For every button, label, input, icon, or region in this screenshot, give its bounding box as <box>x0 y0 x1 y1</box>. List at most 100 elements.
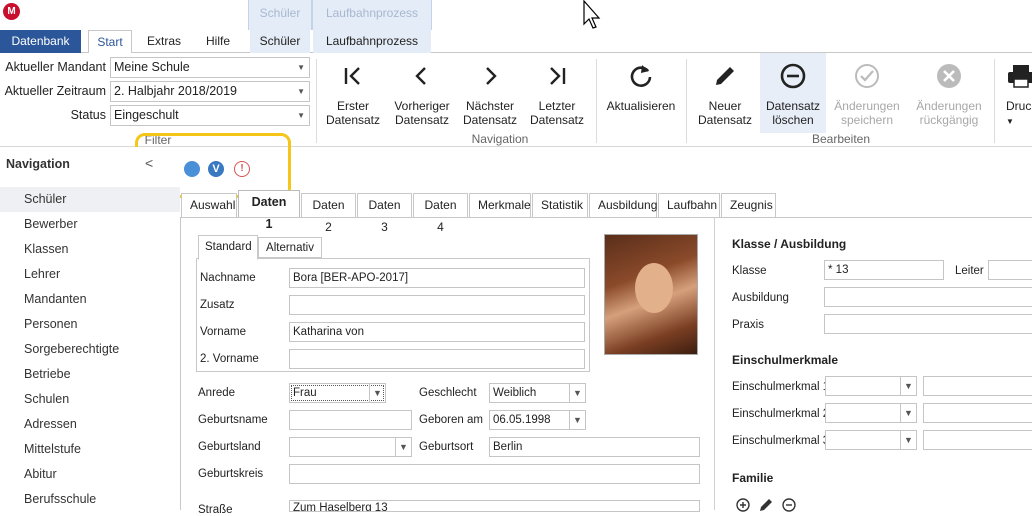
tab-auswahl[interactable]: Auswahl <box>181 193 237 217</box>
edit-group-label: Bearbeiten <box>811 132 871 146</box>
nav-item-personen[interactable]: Personen <box>0 312 180 337</box>
subtab-alternativ[interactable]: Alternativ <box>258 237 322 258</box>
einschul-m1-select[interactable]: ▼ <box>825 376 917 396</box>
tab-daten3[interactable]: Daten 3 <box>357 193 412 234</box>
zusatz-field[interactable] <box>289 295 585 315</box>
tab-zeugnis[interactable]: Zeugnis <box>721 193 776 217</box>
first-record-button[interactable]: Erster Datensatz <box>322 53 384 133</box>
geburtsort-field[interactable]: Berlin <box>489 437 700 457</box>
tab-daten4[interactable]: Daten 4 <box>413 193 468 234</box>
geburtsland-label: Geburtsland <box>198 441 261 453</box>
subtab-standard[interactable]: Standard <box>198 235 258 260</box>
tab-daten2[interactable]: Daten 2 <box>301 193 356 234</box>
chevron-down-icon: ▼ <box>1006 117 1014 126</box>
ausbildung-label: Ausbildung <box>732 292 789 304</box>
geburtsname-field[interactable] <box>289 410 412 430</box>
filter-all-icon[interactable] <box>184 161 200 177</box>
prev-record-button[interactable]: Vorheriger Datensatz <box>390 53 454 133</box>
einschul-m2-field[interactable] <box>923 403 1032 423</box>
first-icon <box>344 67 360 85</box>
tab-hilfe[interactable]: Hilfe <box>196 30 240 53</box>
filter-warning-icon[interactable]: ! <box>234 161 250 177</box>
geschlecht-select[interactable]: Weiblich ▼ <box>489 383 586 403</box>
tab-statistik[interactable]: Statistik <box>532 193 588 217</box>
status-select[interactable]: Eingeschult ▼ <box>110 105 310 126</box>
geboren-label: Geboren am <box>419 414 483 426</box>
last-record-button[interactable]: Letzter Datensatz <box>526 53 588 133</box>
delete-record-button[interactable]: Datensatz löschen <box>760 53 826 133</box>
einschul-m3-label: Einschulmerkmal 3 <box>732 435 830 447</box>
chevron-down-icon: ▼ <box>569 384 585 402</box>
undo-changes-button[interactable]: Änderungen rückgängig <box>910 53 988 133</box>
new-record-button[interactable]: Neuer Datensatz <box>692 53 758 133</box>
filter-v-icon[interactable]: V <box>208 161 224 177</box>
last-record-label: Letzter Datensatz <box>529 99 585 127</box>
einschul-m1-field[interactable] <box>923 376 1032 396</box>
chevron-down-icon: ▼ <box>900 431 916 449</box>
nav-item-berufsschule[interactable]: Berufsschule <box>0 487 180 512</box>
nav-item-mandanten[interactable]: Mandanten <box>0 287 180 312</box>
tab-daten1[interactable]: Daten 1 <box>238 190 300 231</box>
strasse-field[interactable]: Zum Haselberg 13 <box>289 500 700 512</box>
tab-laufbahn[interactable]: Laufbahn <box>658 193 720 217</box>
save-changes-button[interactable]: Änderungen speichern <box>830 53 904 133</box>
navigation-group-label: Navigation <box>471 132 529 146</box>
tab-datenbank[interactable]: Datenbank <box>0 30 81 53</box>
nachname-field[interactable]: Bora [BER-APO-2017] <box>289 268 585 288</box>
nav-item-betriebe[interactable]: Betriebe <box>0 362 180 387</box>
anrede-select[interactable]: Frau ▼ <box>289 383 386 403</box>
nav-item-abitur[interactable]: Abitur <box>0 462 180 487</box>
tab-schueler[interactable]: Schüler <box>250 30 310 53</box>
mandant-label: Aktueller Mandant <box>5 60 106 74</box>
vorname2-label: 2. Vorname <box>200 353 259 365</box>
chevron-down-icon: ▼ <box>297 87 305 96</box>
nav-item-lehrer[interactable]: Lehrer <box>0 262 180 287</box>
tab-merkmale[interactable]: Merkmale <box>469 193 531 217</box>
mandant-value: Meine Schule <box>114 60 190 74</box>
zeitraum-select[interactable]: 2. Halbjahr 2018/2019 ▼ <box>110 81 310 102</box>
praxis-field[interactable] <box>824 314 1032 334</box>
geburtskreis-field[interactable] <box>289 464 700 484</box>
remove-circle-icon[interactable] <box>781 497 797 513</box>
geburtsland-select[interactable]: ▼ <box>289 437 412 457</box>
vorname2-field[interactable] <box>289 349 585 369</box>
navigation-panel: Navigation < Schüler Bewerber Klassen Le… <box>0 147 180 510</box>
nav-item-sorgeberechtigte[interactable]: Sorgeberechtigte <box>0 337 180 362</box>
tab-ausbildung[interactable]: Ausbildung <box>589 193 657 217</box>
refresh-button[interactable]: Aktualisieren <box>602 53 680 133</box>
klasse-field[interactable]: * 13 <box>824 260 944 280</box>
refresh-icon <box>630 65 652 87</box>
zeitraum-label: Aktueller Zeitraum <box>4 84 106 98</box>
nav-item-schulen[interactable]: Schulen <box>0 387 180 412</box>
title-bar: M <box>0 0 1032 30</box>
zusatz-label: Zusatz <box>200 299 235 311</box>
tab-laufbahnprozess[interactable]: Laufbahnprozess <box>313 30 431 53</box>
einschul-m3-select[interactable]: ▼ <box>825 430 917 450</box>
ribbon-tab-bar: Datenbank Start Extras Hilfe Schüler Lau… <box>0 30 1032 54</box>
einschul-m3-field[interactable] <box>923 430 1032 450</box>
delete-record-label: Datensatz löschen <box>765 99 821 127</box>
add-circle-icon[interactable] <box>735 497 751 513</box>
geburtsort-label: Geburtsort <box>419 441 474 453</box>
mandant-select[interactable]: Meine Schule ▼ <box>110 57 310 78</box>
geboren-value: 06.05.1998 <box>493 414 551 426</box>
nav-item-klassen[interactable]: Klassen <box>0 237 180 262</box>
next-record-button[interactable]: Nächster Datensatz <box>459 53 521 133</box>
leiter-field[interactable] <box>988 260 1032 280</box>
ausbildung-field[interactable] <box>824 287 1032 307</box>
leiter-label: Leiter <box>955 265 984 277</box>
nav-item-mittelstufe[interactable]: Mittelstufe <box>0 437 180 462</box>
einschul-m2-select[interactable]: ▼ <box>825 403 917 423</box>
zeitraum-value: 2. Halbjahr 2018/2019 <box>114 84 238 98</box>
nav-item-schueler[interactable]: Schüler <box>0 187 180 212</box>
tab-extras[interactable]: Extras <box>140 30 188 53</box>
nav-item-bewerber[interactable]: Bewerber <box>0 212 180 237</box>
pencil-icon[interactable] <box>758 497 774 513</box>
geboren-date[interactable]: 06.05.1998 ▼ <box>489 410 586 430</box>
anrede-label: Anrede <box>198 387 236 399</box>
nav-item-adressen[interactable]: Adressen <box>0 412 180 437</box>
print-button[interactable]: Druc ▼ <box>1000 53 1032 133</box>
vorname-field[interactable]: Katharina von <box>289 322 585 342</box>
collapse-chevron-icon[interactable]: < <box>145 155 153 171</box>
tab-start[interactable]: Start <box>88 30 132 54</box>
